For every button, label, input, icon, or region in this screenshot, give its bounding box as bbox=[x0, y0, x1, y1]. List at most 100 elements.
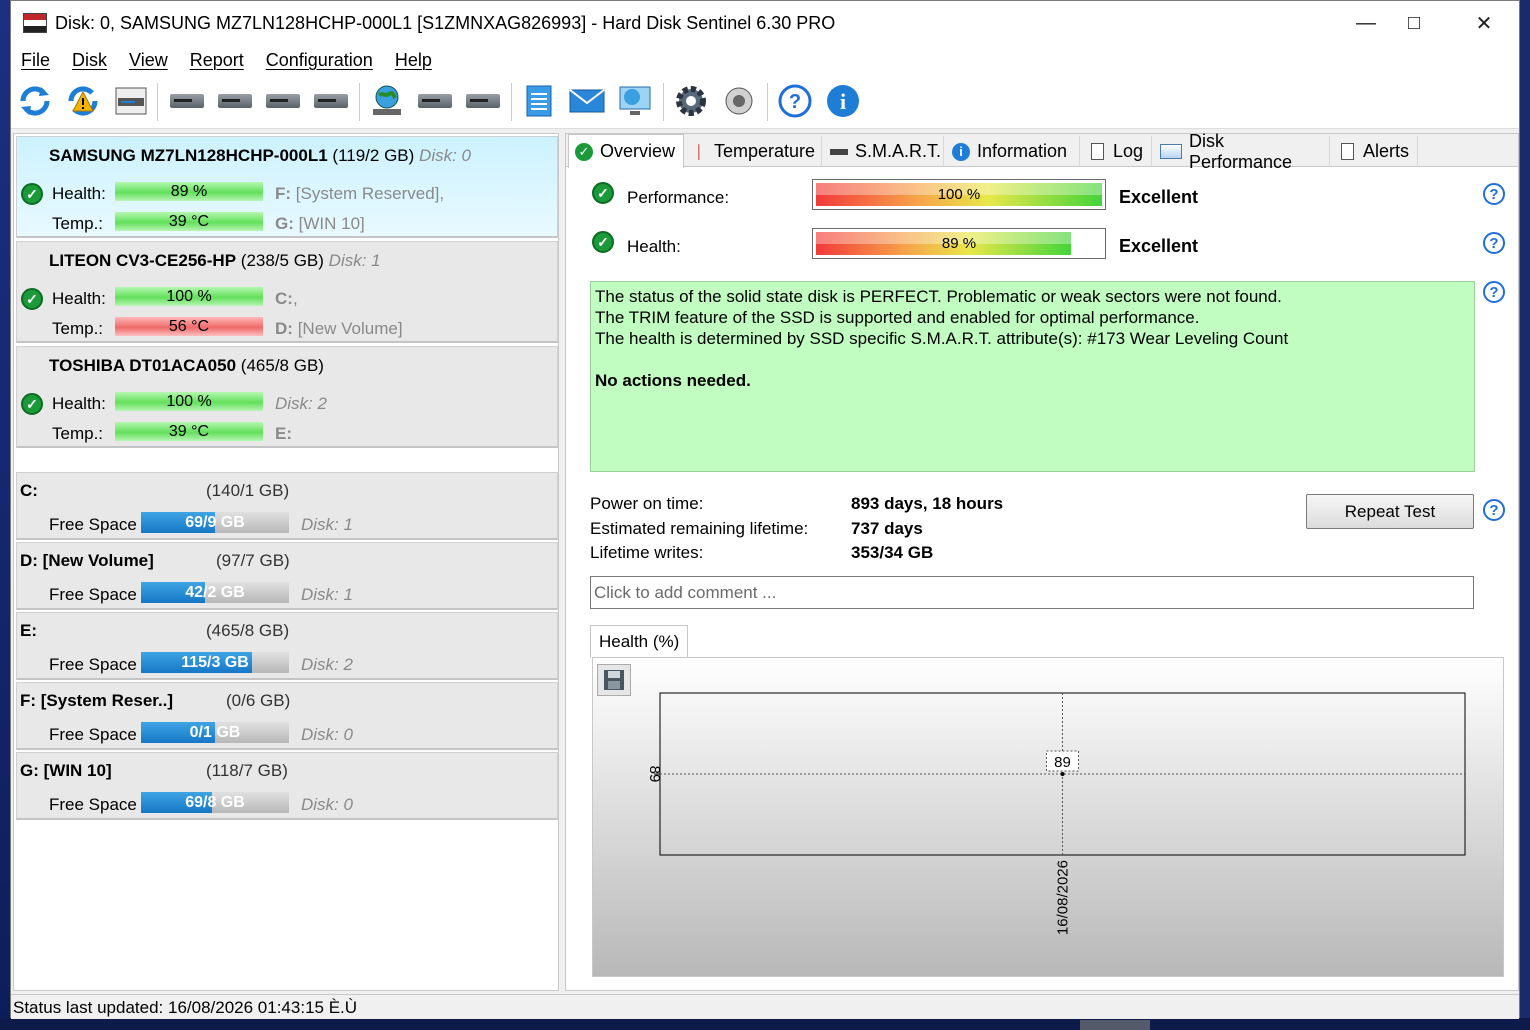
temp-label: Temp.: bbox=[52, 319, 104, 338]
status-action: No actions needed. bbox=[595, 371, 751, 390]
document-icon bbox=[1088, 143, 1106, 161]
health-ok-icon: ✓ bbox=[21, 393, 43, 415]
menu-help[interactable]: Help bbox=[395, 50, 432, 71]
alerts-icon bbox=[1338, 143, 1356, 161]
taskbar-item[interactable] bbox=[1080, 1020, 1150, 1030]
disk-card[interactable]: TOSHIBA DT01ACA050 (465/8 GB) ✓ Health: … bbox=[16, 346, 558, 448]
disk-list-icon[interactable] bbox=[111, 81, 151, 121]
disk-card[interactable]: SAMSUNG MZ7LN128HCHP-000L1 (119/2 GB) Di… bbox=[16, 136, 558, 238]
disk-schedule-icon[interactable] bbox=[215, 81, 255, 121]
volume-ref: E: bbox=[275, 424, 292, 443]
monitor-globe-icon[interactable] bbox=[615, 81, 655, 121]
partition-card[interactable]: D: [New Volume] (97/7 GB) Free Space 42/… bbox=[16, 542, 558, 610]
temp-label: Temp.: bbox=[52, 214, 104, 233]
overview-panel: ✓ Overview │ Temperature S.M.A.R.T. i Infor… bbox=[565, 131, 1519, 991]
disk-details-icon[interactable] bbox=[167, 81, 207, 121]
partition-card[interactable]: C: (140/1 GB) Free Space 69/9 GB Disk: 1 bbox=[16, 472, 558, 540]
menu-bar: File Disk View Report Configuration Help bbox=[11, 45, 1519, 75]
help-icon[interactable]: ? bbox=[1483, 232, 1505, 254]
disk-ok-icon[interactable] bbox=[263, 81, 303, 121]
free-space-bar: 69/8 GB bbox=[141, 792, 289, 813]
tab-log[interactable]: Log bbox=[1082, 136, 1152, 167]
network-globe-icon[interactable] bbox=[367, 81, 407, 121]
data-point bbox=[1060, 772, 1065, 776]
tab-disk-performance[interactable]: Disk Performance bbox=[1154, 131, 1330, 172]
help-icon[interactable]: ? bbox=[1483, 281, 1505, 303]
disk-title: TOSHIBA DT01ACA050 (465/8 GB) bbox=[49, 356, 324, 375]
health-chart: 89 16/08/2026 89 bbox=[646, 692, 1466, 935]
refresh-icon[interactable] bbox=[15, 81, 55, 121]
window-title: Disk: 0, SAMSUNG MZ7LN128HCHP-000L1 [S1Z… bbox=[55, 12, 836, 33]
partition-card[interactable]: E: (465/8 GB) Free Space 115/3 GB Disk: … bbox=[16, 612, 558, 680]
help-icon[interactable]: ? bbox=[1483, 183, 1505, 205]
menu-report[interactable]: Report bbox=[190, 50, 244, 71]
partition-card[interactable]: F: [System Reser..] (0/6 GB) Free Space … bbox=[16, 682, 558, 750]
temp-bar: 56 °C bbox=[115, 317, 263, 336]
menu-configuration[interactable]: Configuration bbox=[266, 50, 373, 71]
tab-temperature[interactable]: │ Temperature bbox=[686, 136, 822, 167]
repeat-test-button[interactable]: Repeat Test bbox=[1306, 494, 1474, 529]
status-text-box: The status of the solid state disk is PE… bbox=[590, 281, 1475, 472]
info-icon: i bbox=[952, 142, 970, 161]
maximize-button[interactable]: □ bbox=[1379, 1, 1449, 45]
menu-view[interactable]: View bbox=[129, 50, 168, 71]
health-bar: 89 % bbox=[812, 228, 1106, 259]
toolbar-separator bbox=[359, 83, 360, 121]
health-label: Health: bbox=[52, 289, 106, 308]
menu-file[interactable]: File bbox=[21, 50, 50, 71]
free-space-label: Free Space bbox=[49, 585, 137, 604]
disk-search-icon[interactable] bbox=[311, 81, 351, 121]
partition-disk: Disk: 1 bbox=[301, 515, 353, 534]
settings-gear-icon[interactable] bbox=[671, 81, 711, 121]
health-ok-icon: ✓ bbox=[21, 183, 43, 205]
toolbar-separator bbox=[157, 83, 158, 121]
tab-information[interactable]: i Information bbox=[946, 136, 1080, 167]
disk-cloud-icon[interactable] bbox=[415, 81, 455, 121]
health-label: Health: bbox=[52, 184, 106, 203]
drive-icon bbox=[830, 143, 848, 161]
partition-name: D: [New Volume] bbox=[20, 551, 154, 570]
lifetime-writes-label: Lifetime writes: bbox=[590, 543, 704, 562]
help-icon[interactable]: ? bbox=[775, 81, 815, 121]
title-bar[interactable]: Disk: 0, SAMSUNG MZ7LN128HCHP-000L1 [S1Z… bbox=[11, 1, 1519, 45]
email-icon[interactable] bbox=[567, 81, 607, 121]
main-window: Disk: 0, SAMSUNG MZ7LN128HCHP-000L1 [S1Z… bbox=[10, 0, 1520, 1019]
tab-overview[interactable]: ✓ Overview bbox=[568, 134, 684, 168]
tab-bar: ✓ Overview │ Temperature S.M.A.R.T. i Infor… bbox=[566, 131, 1518, 172]
free-space-label: Free Space bbox=[49, 795, 137, 814]
disk-card[interactable]: LITEON CV3-CE256-HP (238/5 GB) Disk: 1 ✓… bbox=[16, 241, 558, 343]
tab-health-chart[interactable]: Health (%) bbox=[590, 625, 689, 658]
health-bar: 89 % bbox=[115, 182, 263, 201]
speaker-icon[interactable] bbox=[719, 81, 759, 121]
disk-usb-icon[interactable] bbox=[463, 81, 503, 121]
toolbar-separator bbox=[767, 83, 768, 121]
close-button[interactable]: ✕ bbox=[1449, 1, 1519, 45]
free-space-label: Free Space bbox=[49, 515, 137, 534]
tab-smart[interactable]: S.M.A.R.T. bbox=[824, 136, 944, 167]
power-on-label: Power on time: bbox=[590, 494, 704, 513]
refresh-warning-icon[interactable] bbox=[63, 81, 103, 121]
check-icon: ✓ bbox=[575, 142, 593, 161]
partition-disk: Disk: 0 bbox=[301, 725, 353, 744]
status-line: The health is determined by SSD specific… bbox=[595, 329, 1289, 348]
partition-name: E: bbox=[20, 621, 37, 640]
help-icon[interactable]: ? bbox=[1483, 499, 1505, 521]
partition-name: G: [WIN 10] bbox=[20, 761, 112, 780]
chart-icon bbox=[1160, 143, 1182, 161]
power-on-value: 893 days, 18 hours bbox=[851, 494, 1004, 513]
partition-card[interactable]: G: [WIN 10] (118/7 GB) Free Space 69/8 G… bbox=[16, 752, 558, 820]
toolbar-separator bbox=[511, 83, 512, 121]
free-space-bar: 42/2 GB bbox=[141, 582, 289, 603]
info-icon[interactable]: i bbox=[823, 81, 863, 121]
y-tick-label: 89 bbox=[646, 766, 663, 783]
free-space-bar: 0/1 GB bbox=[141, 722, 289, 743]
notepad-icon[interactable] bbox=[519, 81, 559, 121]
performance-bar: 100 % bbox=[812, 179, 1106, 210]
health-label: Health: bbox=[627, 237, 681, 256]
status-bar: Status last updated: 16/08/2026 01:43:15… bbox=[11, 994, 1519, 1019]
menu-disk[interactable]: Disk bbox=[72, 50, 107, 71]
tab-alerts[interactable]: Alerts bbox=[1332, 136, 1418, 167]
comment-input[interactable]: Click to add comment ... bbox=[590, 576, 1474, 609]
temp-bar: 39 °C bbox=[115, 422, 263, 441]
performance-rating: Excellent bbox=[1119, 187, 1199, 207]
